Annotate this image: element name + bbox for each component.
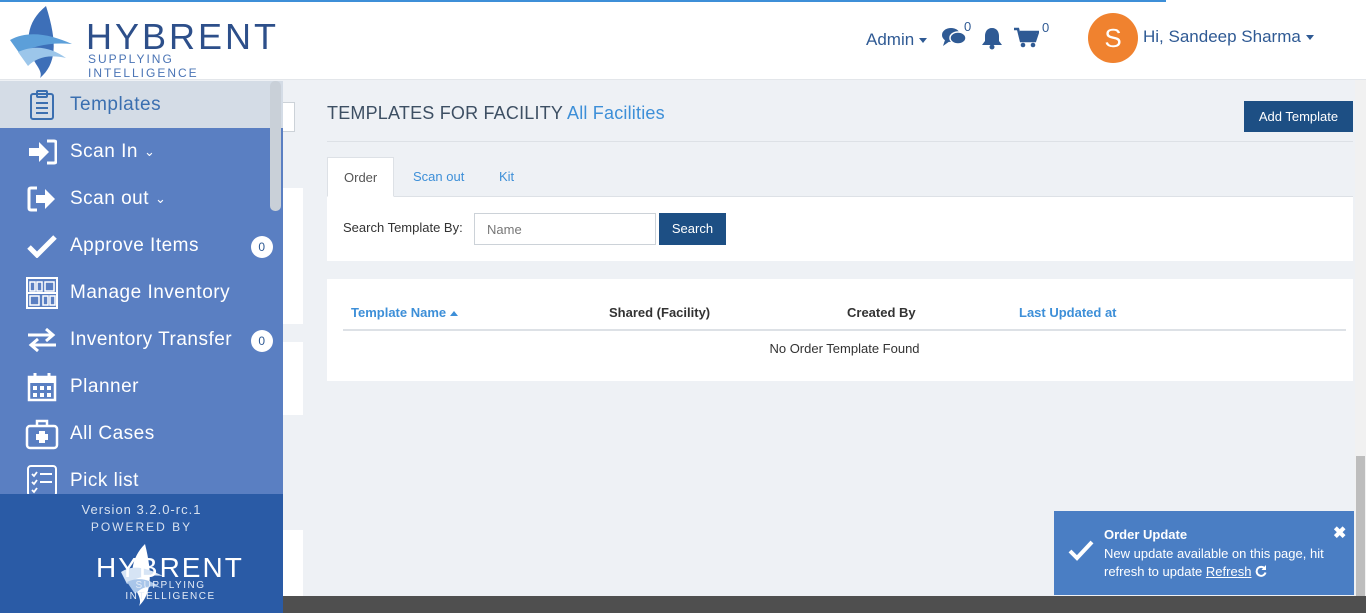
sidebar-item-inventory-transfer[interactable]: Inventory Transfer 0 — [0, 316, 283, 363]
sidebar-item-label: Pick list — [70, 469, 139, 491]
user-avatar[interactable]: S — [1088, 13, 1138, 63]
toast-message: New update available on this page, hit r… — [1104, 545, 1344, 581]
hybrent-logo[interactable]: HYBRENT SUPPLYING INTELLIGENCE — [6, 4, 286, 80]
logo-bird-icon — [10, 6, 72, 78]
sidebar-item-manage-inventory[interactable]: Manage Inventory — [0, 269, 283, 316]
sign-in-icon — [22, 137, 62, 167]
table-header-divider — [343, 329, 1346, 331]
page-title-prefix: TEMPLATES FOR FACILITY — [327, 103, 563, 123]
cart-icon[interactable] — [1013, 27, 1040, 54]
approve-items-count-badge: 0 — [251, 236, 273, 258]
column-header-shared-facility: Shared (Facility) — [609, 305, 711, 320]
transfer-icon — [22, 325, 62, 355]
search-form: Search Template By: Search — [327, 197, 1353, 261]
inventory-icon — [22, 276, 62, 309]
calendar-icon — [22, 372, 62, 402]
user-menu[interactable]: Hi, Sandeep Sharma — [1143, 27, 1314, 47]
bottom-bar — [283, 596, 1366, 613]
powered-by-label: POWERED BY — [90, 520, 193, 534]
check-icon — [22, 231, 62, 261]
inventory-transfer-count-badge: 0 — [251, 330, 273, 352]
sidebar-item-label: Templates — [70, 93, 162, 115]
caret-down-icon — [1305, 35, 1314, 41]
medical-kit-icon — [22, 419, 62, 449]
bell-icon[interactable] — [981, 26, 1003, 55]
refresh-icon[interactable] — [1255, 564, 1267, 579]
scrollbar-thumb[interactable] — [1356, 456, 1365, 604]
sort-ascending-icon — [450, 311, 459, 317]
sidebar-item-scan-in[interactable]: Scan In ⌄ — [0, 128, 283, 175]
sidebar-item-planner[interactable]: Planner — [0, 363, 283, 410]
chevron-down-icon: ⌄ — [155, 190, 167, 206]
chevron-down-icon: ⌄ — [143, 143, 156, 159]
divider — [327, 141, 1353, 142]
templates-table: Template Name Shared (Facility) Created … — [327, 279, 1353, 381]
caret-down-icon — [919, 38, 928, 44]
sidebar-item-label: Approve Items — [70, 234, 199, 256]
app-version: Version 3.2.0-rc.1 — [81, 502, 202, 517]
messages-count: 0 — [964, 19, 972, 34]
sidebar-item-label: Planner — [70, 375, 139, 397]
sidebar-item-all-cases[interactable]: All Cases — [0, 410, 283, 457]
tab-kit[interactable]: Kit — [483, 157, 530, 197]
top-header: HYBRENT SUPPLYING INTELLIGENCE Admin 0 0… — [0, 0, 1366, 80]
add-template-button[interactable]: Add Template — [1244, 101, 1353, 132]
sidebar-item-label: Scan In — [70, 140, 138, 162]
sidebar-scrollbar[interactable] — [270, 81, 281, 211]
order-update-toast: Order Update New update available on thi… — [1054, 511, 1354, 595]
tab-order[interactable]: Order — [327, 157, 395, 197]
sidebar: Templates Scan In ⌄ Scan out ⌄ Approve I… — [0, 81, 283, 613]
search-label: Search Template By: — [343, 220, 463, 235]
sidebar-item-approve-items[interactable]: Approve Items 0 — [0, 222, 283, 269]
sign-out-icon — [22, 184, 62, 214]
close-icon[interactable]: ✖ — [1333, 523, 1346, 543]
search-template-input[interactable] — [474, 213, 656, 245]
column-header-created-by: Created By — [847, 305, 916, 320]
footer-logo-tagline: SUPPLYING INTELLIGENCE — [125, 580, 216, 602]
sidebar-item-label: Manage Inventory — [70, 281, 231, 303]
checklist-icon — [22, 464, 62, 497]
admin-menu[interactable]: Admin — [866, 30, 928, 50]
clipboard-icon — [22, 89, 62, 120]
toast-title: Order Update — [1104, 527, 1188, 542]
column-header-template-name[interactable]: Template Name — [351, 305, 459, 320]
search-button[interactable]: Search — [659, 213, 726, 245]
footer-logo: HYBRENT SUPPLYING INTELLIGENCE — [44, 542, 244, 606]
tab-scan-out[interactable]: Scan out — [397, 157, 480, 197]
sidebar-item-templates[interactable]: Templates — [0, 81, 283, 128]
template-type-tabs: Order Scan out Kit — [327, 157, 1353, 197]
column-header-label: Template Name — [351, 305, 447, 320]
hidden-filter-input — [283, 102, 295, 132]
hidden-panel — [283, 342, 303, 415]
admin-menu-label: Admin — [866, 30, 915, 49]
page-loading-bar — [0, 0, 1166, 2]
sidebar-item-label: Scan out — [70, 187, 149, 209]
empty-table-message: No Order Template Found — [769, 341, 920, 356]
sidebar-item-label: Inventory Transfer — [70, 328, 233, 350]
cart-count: 0 — [1042, 20, 1050, 35]
page-title: TEMPLATES FOR FACILITY All Facilities — [327, 103, 665, 124]
refresh-link[interactable]: Refresh — [1206, 564, 1252, 579]
logo-tagline: SUPPLYING INTELLIGENCE — [88, 52, 199, 80]
user-greeting: Hi, Sandeep Sharma — [1143, 27, 1301, 46]
sidebar-footer: Version 3.2.0-rc.1 POWERED BY HYBRENT SU… — [0, 494, 283, 613]
column-header-last-updated[interactable]: Last Updated at — [1019, 305, 1117, 320]
page-scrollbar[interactable] — [1355, 80, 1366, 613]
hidden-panel — [283, 188, 303, 324]
hidden-panel — [283, 530, 303, 596]
sidebar-item-scan-out[interactable]: Scan out ⌄ — [0, 175, 283, 222]
facility-selector[interactable]: All Facilities — [567, 103, 665, 123]
check-icon — [1068, 539, 1094, 566]
template-search-panel: Order Scan out Kit Search Template By: S… — [327, 157, 1353, 261]
sidebar-item-label: All Cases — [70, 422, 155, 444]
